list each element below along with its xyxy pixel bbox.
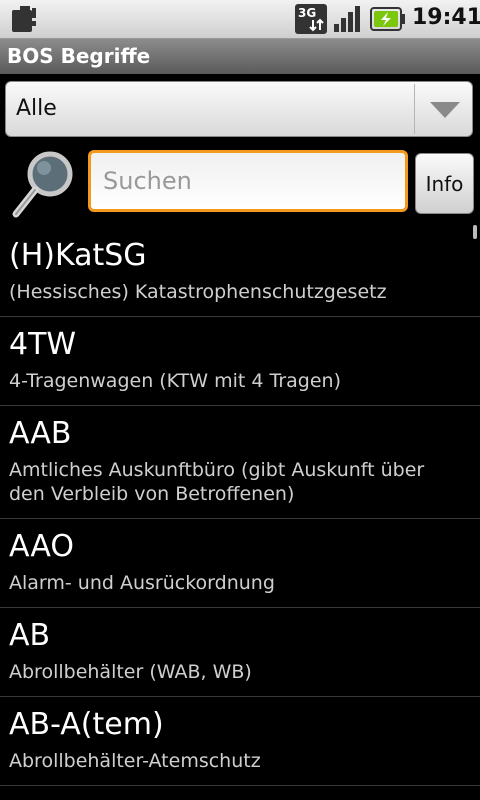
network-3g-icon: 3G (295, 4, 327, 34)
signal-icon (334, 6, 360, 32)
app-title: BOS Begriffe (7, 44, 151, 68)
category-spinner[interactable]: Alle (5, 81, 473, 137)
list-item-term: AB (9, 618, 51, 653)
list-item-description: Abrollbehälter (WAB, WB) (9, 661, 252, 683)
list-item[interactable]: AB-A(tem) Abrollbehälter-Atemschutz (0, 697, 480, 786)
status-bar: 3G 19:41 (0, 0, 480, 39)
app-title-bar: BOS Begriffe (0, 39, 480, 74)
search-input[interactable] (88, 150, 408, 212)
list-item[interactable]: (H)KatSG (Hessisches) Katastrophenschutz… (0, 228, 480, 317)
list-item[interactable]: AB Abrollbehälter (WAB, WB) (0, 608, 480, 697)
list-item-description: (Hessisches) Katastrophenschutzgesetz (9, 281, 387, 303)
spinner-divider (414, 84, 415, 134)
list-item-description: Abrollbehälter-Atemschutz (9, 750, 261, 772)
list-item[interactable]: AAO Alarm- und Ausrückordnung (0, 519, 480, 608)
network-label: 3G (298, 6, 316, 20)
list-item-term: (H)KatSG (9, 238, 147, 273)
battery-charging-icon (370, 7, 405, 31)
list-item-term: AAB (9, 416, 72, 451)
sd-card-icon (12, 6, 36, 32)
category-spinner-value: Alle (16, 96, 57, 121)
list-item-description: Amtliches Auskunftbüro (gibt Auskunft üb… (9, 459, 425, 505)
chevron-down-icon (430, 102, 460, 118)
clock: 19:41 (412, 5, 480, 30)
term-list: (H)KatSG (Hessisches) Katastrophenschutz… (0, 228, 480, 800)
list-item-description: 4-Tragenwagen (KTW mit 4 Tragen) (9, 370, 341, 392)
list-item[interactable]: 4TW 4-Tragenwagen (KTW mit 4 Tragen) (0, 317, 480, 406)
list-item-description: Alarm- und Ausrückordnung (9, 572, 275, 594)
list-item-term: AAO (9, 529, 74, 564)
info-button[interactable]: Info (415, 153, 474, 214)
list-item-term: AB-A(tem) (9, 707, 164, 742)
list-item-term: 4TW (9, 327, 77, 362)
search-icon (12, 151, 73, 218)
list-item[interactable]: AAB Amtliches Auskunftbüro (gibt Auskunf… (0, 406, 480, 519)
